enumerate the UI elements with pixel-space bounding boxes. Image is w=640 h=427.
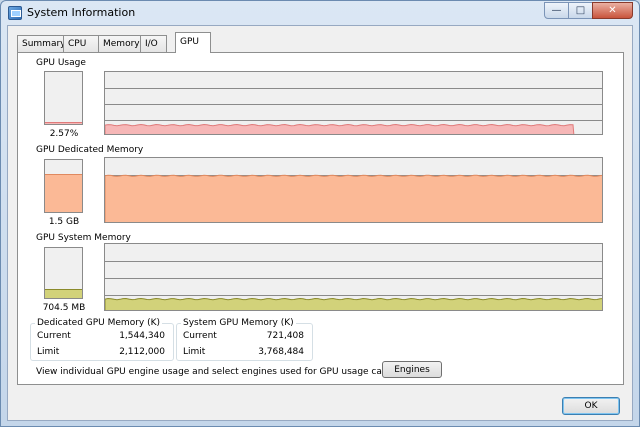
gpu-system-memory-value: 704.5 MB: [42, 303, 86, 313]
engines-description: View individual GPU engine usage and sel…: [36, 367, 429, 377]
system-current-value: 721,408: [266, 331, 304, 341]
tab-summary[interactable]: Summary: [17, 35, 66, 53]
gpu-usage-meter-fill: [45, 122, 82, 124]
gpu-usage-history-graph: [104, 71, 603, 135]
dedicated-gpu-memory-group: Dedicated GPU Memory (K) Current 1,544,3…: [30, 318, 174, 361]
dedicated-gpu-memory-group-title: Dedicated GPU Memory (K): [35, 318, 163, 328]
maximize-icon: □: [575, 5, 586, 16]
gpu-system-memory-history-graph: [104, 243, 603, 311]
tab-io[interactable]: I/O: [140, 35, 167, 53]
close-button[interactable]: ✕: [592, 2, 633, 19]
ok-button[interactable]: OK: [562, 397, 620, 415]
system-limit-label: Limit: [183, 347, 206, 357]
engines-button[interactable]: Engines: [382, 361, 442, 378]
system-current-label: Current: [183, 331, 217, 341]
minimize-button[interactable]: —: [544, 2, 569, 19]
gpu-usage-meter: [44, 71, 83, 125]
dialog-client-area: Summary CPU Memory I/O GPU GPU Usage 2.5…: [7, 25, 633, 421]
system-limit-value: 3,768,484: [258, 347, 304, 357]
gpu-dedicated-memory-history-svg: [105, 174, 602, 222]
gpu-dedicated-memory-meter: [44, 159, 83, 213]
dedicated-limit-label: Limit: [37, 347, 60, 357]
gpu-usage-label: GPU Usage: [36, 58, 86, 68]
system-information-window: System Information — □ ✕ Summary CPU Mem…: [0, 0, 640, 427]
gpu-usage-history-area: [105, 123, 575, 134]
gpu-usage-value: 2.57%: [49, 129, 79, 139]
tab-memory[interactable]: Memory: [98, 35, 141, 53]
caption-buttons: — □ ✕: [544, 2, 633, 19]
gpu-dedicated-memory-history-graph: [104, 157, 603, 223]
gpu-system-memory-history-svg: [105, 261, 602, 310]
dedicated-limit-value: 2,112,000: [119, 347, 165, 357]
tab-cpu[interactable]: CPU: [63, 35, 99, 53]
dedicated-current-label: Current: [37, 331, 71, 341]
system-gpu-memory-group: System GPU Memory (K) Current 721,408 Li…: [176, 318, 313, 361]
gpu-tab-panel: GPU Usage 2.57% GPU Dedicated Memory 1.5…: [17, 52, 624, 385]
close-icon: ✕: [608, 5, 617, 16]
gpu-system-memory-meter: [44, 247, 83, 299]
maximize-button[interactable]: □: [568, 2, 593, 19]
system-gpu-memory-group-title: System GPU Memory (K): [181, 318, 296, 328]
gpu-dedicated-history-area: [105, 174, 602, 222]
tab-gpu[interactable]: GPU: [175, 32, 211, 53]
title-bar[interactable]: System Information — □ ✕: [1, 1, 639, 25]
gpu-dedicated-memory-value: 1.5 GB: [48, 217, 80, 227]
window-title: System Information: [27, 6, 136, 19]
gpu-system-memory-label: GPU System Memory: [36, 233, 131, 243]
gpu-usage-history-svg: [105, 88, 602, 134]
gpu-dedicated-memory-meter-fill: [45, 174, 82, 212]
gpu-system-history-area: [105, 297, 602, 310]
dedicated-current-value: 1,544,340: [119, 331, 165, 341]
gpu-dedicated-memory-label: GPU Dedicated Memory: [36, 145, 144, 155]
system-information-icon: [8, 6, 22, 20]
gpu-system-memory-meter-fill: [45, 288, 82, 298]
minimize-icon: —: [551, 5, 562, 16]
